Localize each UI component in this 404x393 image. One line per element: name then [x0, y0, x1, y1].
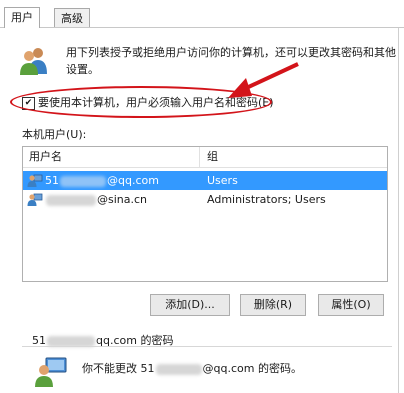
user-group-cell: Administrators; Users [207, 193, 326, 206]
user-name-cell: 51 @qq.com [45, 171, 159, 190]
properties-button[interactable]: 属性(O) [318, 294, 384, 316]
password-message-suffix: @qq.com 的密码。 [202, 362, 302, 375]
column-header-username[interactable]: 用户名 [29, 147, 62, 167]
list-header: 用户名 组 [23, 147, 387, 168]
password-user-icon [35, 357, 67, 387]
user-name-suffix: @sina.cn [97, 193, 148, 206]
tab-strip: 用户 高级 [0, 0, 404, 28]
column-header-group[interactable]: 组 [207, 147, 218, 167]
table-row[interactable]: 51 @qq.com Users [23, 171, 387, 190]
tab-advanced[interactable]: 高级 [54, 8, 90, 28]
remove-user-button[interactable]: 删除(R) [240, 294, 306, 316]
password-message-prefix: 你不能更改 51 [82, 362, 155, 375]
table-row[interactable]: @sina.cn Administrators; Users [23, 190, 387, 209]
tab-users[interactable]: 用户 [4, 7, 40, 28]
user-name-cell: @sina.cn [45, 190, 147, 209]
redacted-mask [60, 175, 106, 187]
annotation-arrow [228, 62, 299, 98]
redacted-mask [155, 363, 202, 375]
users-list[interactable]: 用户名 组 51 @qq.com Users @sina.cn Administr… [22, 146, 388, 282]
password-message: 你不能更改 51 @qq.com 的密码。 [82, 360, 302, 376]
user-group-cell: Users [207, 174, 238, 187]
user-icon [27, 193, 43, 206]
column-divider [199, 147, 200, 167]
password-group: 51 qq.com 的密码 你不能更改 51 @qq.com 的密码。 [22, 326, 392, 393]
user-name-prefix: 51 [45, 174, 59, 187]
redacted-mask [46, 194, 96, 206]
local-users-label: 本机用户(U): [22, 128, 87, 141]
user-icon [27, 174, 43, 187]
password-group-divider [22, 346, 392, 347]
users-icon [20, 48, 47, 75]
redacted-mask [47, 335, 95, 347]
user-name-suffix: @qq.com [107, 174, 159, 187]
add-user-button[interactable]: 添加(D)... [150, 294, 230, 316]
panel-edge [398, 28, 399, 393]
